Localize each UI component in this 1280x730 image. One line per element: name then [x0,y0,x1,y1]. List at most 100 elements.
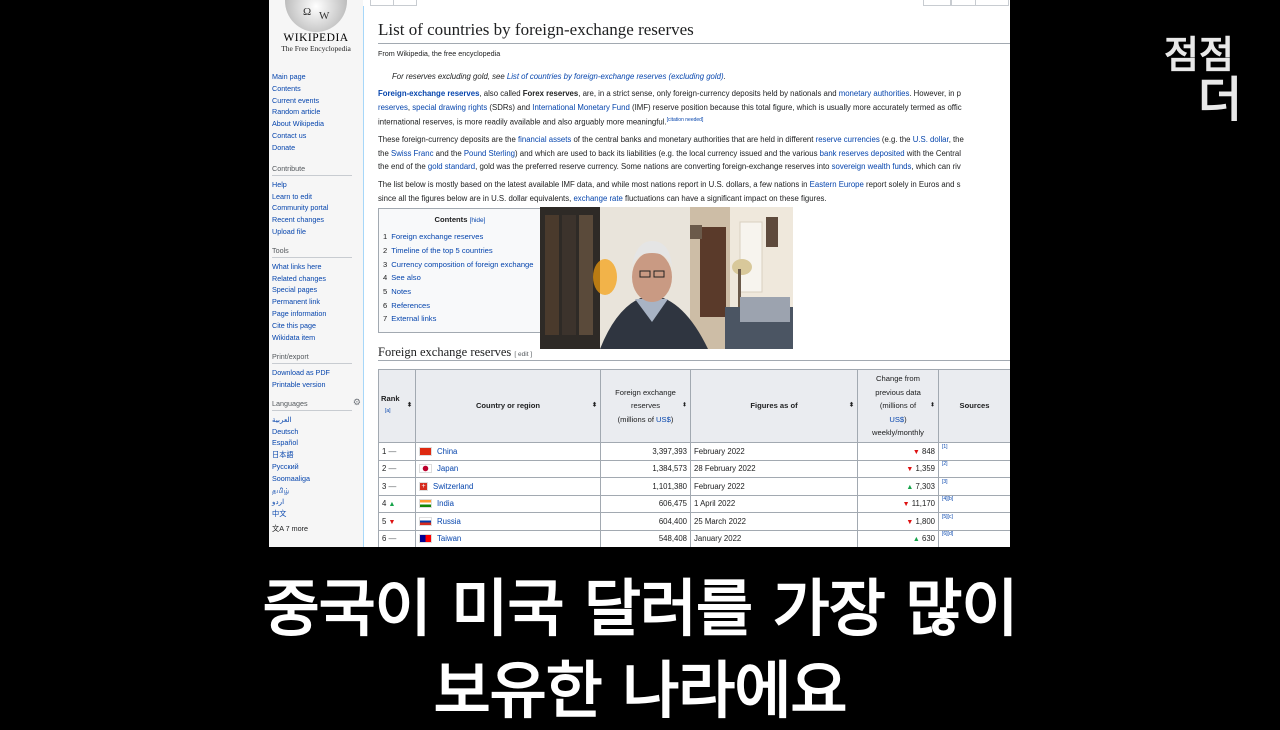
source-cell[interactable]: [2] [938,459,1010,478]
sidebar-link[interactable]: Permanent link [272,296,352,308]
source-cell[interactable]: [4][b] [938,494,1010,513]
sidebar-link[interactable]: Current events [272,95,324,107]
link-pound-sterling[interactable]: Pound Sterling [464,149,515,158]
sidebar-link[interactable]: Special pages [272,284,352,296]
usd-link[interactable]: US$ [889,415,904,424]
language-link[interactable]: தமிழ் [272,485,352,497]
link-bank-reserves[interactable]: bank reserves deposited [820,149,905,158]
citation-needed[interactable]: [citation needed] [667,117,704,123]
link-eastern-europe[interactable]: Eastern Europe [810,180,864,189]
source-ref[interactable]: [3] [942,479,948,485]
link-reserves[interactable]: reserves [378,103,408,112]
col-header-rank[interactable]: Rank [a] ⬍ [378,369,416,443]
toc-link[interactable]: External links [391,314,436,323]
toc-hide-link[interactable]: [hide] [470,217,486,224]
sidebar-link[interactable]: Main page [272,71,324,83]
toc-item[interactable]: 7 External links [383,314,436,323]
country-cell[interactable]: Japan [415,459,601,478]
toc-item[interactable]: 1 Foreign exchange reserves [383,232,483,241]
toc-item[interactable]: 2 Timeline of the top 5 countries [383,246,493,255]
language-link[interactable]: Deutsch [272,426,352,438]
toc-link[interactable]: Notes [391,287,411,296]
sidebar-link[interactable]: Printable version [272,379,352,391]
country-cell[interactable]: + Switzerland [415,477,601,496]
link-us-dollar[interactable]: U.S. dollar [913,135,949,144]
sort-icon[interactable]: ⬍ [407,399,412,413]
sidebar-link[interactable]: Related changes [272,273,352,285]
wikipedia-logo[interactable]: ΩW WIKIPEDIA The Free Encyclopedia [271,0,361,60]
link-monetary-authorities[interactable]: monetary authorities [839,89,910,98]
sidebar-link[interactable]: Help [272,179,352,191]
language-link[interactable]: العربية [272,414,352,426]
sidebar-link[interactable]: Wikidata item [272,332,352,344]
sidebar-link[interactable]: Cite this page [272,320,352,332]
country-link[interactable]: Russia [437,517,461,526]
country-cell[interactable]: Taiwan [415,529,601,547]
sidebar-link[interactable]: Upload file [272,226,352,238]
country-link[interactable]: Switzerland [433,482,473,491]
sort-icon[interactable]: ⬍ [930,399,935,413]
language-link[interactable]: 中文 [272,508,352,520]
section-edit-link[interactable]: [ edit ] [514,351,532,358]
sort-icon[interactable]: ⬍ [682,399,687,413]
country-link[interactable]: Taiwan [437,534,461,543]
link-financial-assets[interactable]: financial assets [518,135,571,144]
source-ref[interactable]: [2] [942,461,948,467]
country-cell[interactable]: India [415,494,601,513]
toc-link[interactable]: Foreign exchange reserves [391,232,483,241]
source-ref[interactable]: [5][c] [942,514,953,520]
sidebar-link[interactable]: Recent changes [272,214,352,226]
link-imf[interactable]: International Monetary Fund [532,103,630,112]
usd-link[interactable]: US$ [656,415,671,424]
toc-item[interactable]: 5 Notes [383,287,411,296]
sidebar-link[interactable]: Community portal [272,202,352,214]
sidebar-link[interactable]: Download as PDF [272,367,352,379]
col-header-as-of[interactable]: Figures as of ⬍ [690,369,858,443]
sidebar-link[interactable]: Learn to edit [272,191,352,203]
source-ref[interactable]: [4][b] [942,496,953,502]
sort-icon[interactable]: ⬍ [592,399,597,413]
link-sdr[interactable]: special drawing rights [412,103,487,112]
col-header-country[interactable]: Country or region ⬍ [415,369,601,443]
source-ref[interactable]: [6][d] [942,531,953,537]
source-cell[interactable]: [6][d] [938,529,1010,547]
sidebar-link[interactable]: Page information [272,308,352,320]
sidebar-link[interactable]: What links here [272,261,352,273]
toc-link[interactable]: Timeline of the top 5 countries [391,246,492,255]
sidebar-link[interactable]: Contact us [272,130,324,142]
language-link[interactable]: Español [272,437,352,449]
col-header-change[interactable]: Change from previous data (millions of US$)… [857,369,939,443]
sort-icon[interactable]: ⬍ [849,399,854,413]
language-link[interactable]: Soomaaliga [272,473,352,485]
toc-item[interactable]: 4 See also [383,273,421,282]
country-cell[interactable]: China [415,442,601,461]
hatnote-link[interactable]: List of countries by foreign-exchange re… [507,72,724,81]
link-swiss-franc[interactable]: Swiss Franc [391,149,433,158]
toc-item[interactable]: 6 References [383,301,430,310]
gear-icon[interactable]: ⚙ [353,397,361,409]
rank-note[interactable]: [a] [385,408,391,414]
toc-item[interactable]: 3 Currency composition of foreign exchang… [383,260,533,269]
sidebar-link[interactable]: Donate [272,142,324,154]
country-link[interactable]: India [437,499,454,508]
toc-link[interactable]: References [391,301,430,310]
link-reserve-currencies[interactable]: reserve currencies [816,135,880,144]
country-link[interactable]: Japan [437,464,458,473]
source-cell[interactable]: [1] [938,442,1010,461]
source-ref[interactable]: [1] [942,444,948,450]
sidebar-link[interactable]: Contents [272,83,324,95]
language-link[interactable]: Русский [272,461,352,473]
sidebar-link[interactable]: About Wikipedia [272,118,324,130]
col-header-reserves[interactable]: Foreign exchange reserves (millions of US$… [600,369,691,443]
more-languages-button[interactable]: 文A 7 more [272,523,352,535]
source-cell[interactable]: [3] [938,477,1010,496]
toc-link[interactable]: Currency composition of foreign exchange [391,260,533,269]
country-link[interactable]: China [437,447,457,456]
language-link[interactable]: اردو [272,496,352,508]
link-gold-standard[interactable]: gold standard [428,162,475,171]
language-link[interactable]: 日本語 [272,449,352,461]
toc-link[interactable]: See also [391,273,421,282]
source-cell[interactable]: [5][c] [938,512,1010,531]
link-forex-reserves[interactable]: Foreign-exchange reserves [378,89,479,98]
link-sovereign-wealth-funds[interactable]: sovereign wealth funds [832,162,912,171]
